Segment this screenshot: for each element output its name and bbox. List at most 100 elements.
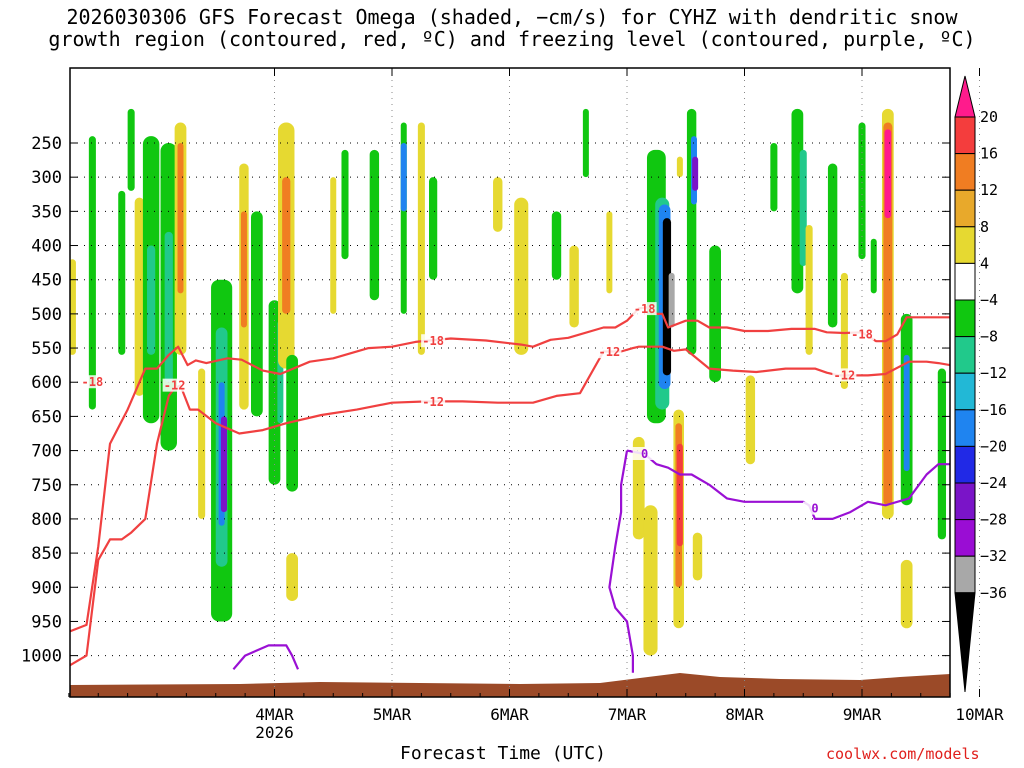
omega-region-10 bbox=[177, 143, 184, 294]
omega-region-61 bbox=[858, 122, 866, 260]
y-tick-label-300: 300 bbox=[31, 168, 62, 188]
omega-region-32 bbox=[493, 177, 503, 232]
omega-region-35 bbox=[569, 245, 579, 328]
y-tick-label-600: 600 bbox=[31, 373, 62, 393]
omega-region-17 bbox=[240, 211, 247, 328]
omega-region-54 bbox=[745, 375, 756, 465]
colorbar-swatch-7 bbox=[954, 336, 976, 374]
colorbar-label-8: −16 bbox=[980, 401, 1007, 419]
contour-0-surface bbox=[232, 644, 300, 671]
contour-label-0-0: 0 bbox=[641, 447, 648, 461]
y-tick-label-850: 850 bbox=[31, 544, 62, 564]
y-tick-label-950: 950 bbox=[31, 612, 62, 632]
colorbar-swatch-12 bbox=[954, 519, 976, 557]
omega-region-26 bbox=[341, 149, 349, 260]
colorbar-label-7: −12 bbox=[980, 364, 1007, 382]
contour-label-0-1: 0 bbox=[811, 502, 818, 516]
colorbar-swatch-1 bbox=[954, 116, 976, 155]
contour-label--12-3: -12 bbox=[834, 368, 856, 382]
contour-label--18-2: -18 bbox=[634, 302, 656, 316]
omega-region-25 bbox=[330, 177, 337, 314]
omega-region-67 bbox=[903, 354, 910, 472]
contour-label--12-2: -12 bbox=[599, 345, 621, 359]
omega-region-24 bbox=[286, 553, 298, 601]
omega-region-51 bbox=[676, 156, 683, 178]
omega-region-36 bbox=[582, 108, 589, 178]
y-tick-label-800: 800 bbox=[31, 510, 62, 530]
omega-region-44 bbox=[668, 272, 675, 328]
omega-region-3 bbox=[134, 197, 145, 396]
omega-region-59 bbox=[827, 163, 838, 328]
omega-region-62 bbox=[870, 238, 877, 294]
y-tick-label-550: 550 bbox=[31, 339, 62, 359]
omega-region-39 bbox=[643, 505, 658, 656]
omega-shading bbox=[70, 108, 947, 656]
colorbar-label-5: −4 bbox=[980, 291, 998, 309]
omega-region-50 bbox=[692, 156, 699, 191]
omega-region-52 bbox=[692, 532, 703, 581]
x-tick-label-3: 7MAR bbox=[608, 705, 647, 724]
colorbar-label-9: −20 bbox=[980, 437, 1007, 455]
x-tick-sublabel-0: 2026 bbox=[255, 723, 294, 742]
y-tick-label-250: 250 bbox=[31, 134, 62, 154]
colorbar-swatch-3 bbox=[954, 189, 976, 228]
colorbar-swatch-9 bbox=[954, 409, 976, 447]
colorbar-label-13: −36 bbox=[980, 584, 1007, 602]
colorbar-label-3: 8 bbox=[980, 218, 989, 236]
y-tick-label-650: 650 bbox=[31, 407, 62, 427]
colorbar-swatch-11 bbox=[954, 482, 976, 521]
y-tick-label-500: 500 bbox=[31, 305, 62, 325]
omega-region-2 bbox=[118, 190, 126, 355]
omega-region-30 bbox=[417, 122, 425, 355]
omega-region-22 bbox=[282, 177, 291, 314]
omega-region-27 bbox=[369, 149, 380, 301]
omega-region-47 bbox=[676, 443, 683, 547]
colorbar-label-6: −8 bbox=[980, 328, 998, 346]
y-tick-label-900: 900 bbox=[31, 578, 62, 598]
y-tick-label-350: 350 bbox=[31, 202, 62, 222]
omega-region-15 bbox=[198, 368, 206, 519]
credit-text: coolwx.com/models bbox=[826, 745, 980, 763]
colorbar-swatch-6 bbox=[954, 299, 976, 338]
omega-region-14 bbox=[220, 416, 227, 513]
contour-label--18-1: -18 bbox=[422, 334, 444, 348]
y-tick-label-1000: 1000 bbox=[21, 647, 62, 667]
omega-region-65 bbox=[884, 129, 892, 219]
colorbar-top-arrow bbox=[954, 75, 976, 118]
colorbar-label-2: 12 bbox=[980, 181, 998, 199]
x-tick-label-4: 8MAR bbox=[725, 705, 764, 724]
omega-region-58 bbox=[805, 225, 813, 355]
forecast-chart: -18 -18 -18 -18 -12 -12 -12 -12 0 0 250 300 350 400 4… bbox=[21, 67, 1007, 742]
colorbar: 20 16 12 8 4 −4 −8 −12 −16 −20 −24 −28 −32 −36 bbox=[954, 75, 1007, 693]
colorbar-swatch-4 bbox=[954, 226, 976, 264]
omega-region-33 bbox=[514, 197, 529, 355]
colorbar-label-0: 20 bbox=[980, 108, 998, 126]
omega-region-69 bbox=[937, 368, 947, 540]
x-tick-label-1: 5MAR bbox=[373, 705, 412, 724]
colorbar-label-10: −24 bbox=[980, 474, 1007, 492]
y-tick-label-400: 400 bbox=[31, 237, 62, 257]
colorbar-label-4: 4 bbox=[980, 254, 989, 272]
contour-label--12-0: -12 bbox=[164, 379, 186, 393]
omega-region-37 bbox=[606, 211, 613, 294]
colorbar-swatch-2 bbox=[954, 153, 976, 191]
colorbar-label-12: −32 bbox=[980, 547, 1007, 565]
x-tick-label-2: 6MAR bbox=[490, 705, 529, 724]
omega-region-29 bbox=[400, 143, 407, 212]
colorbar-swatch-5 bbox=[954, 262, 976, 301]
colorbar-bottom-arrow bbox=[954, 592, 976, 693]
omega-region-31 bbox=[429, 177, 438, 280]
y-tick-label-700: 700 bbox=[31, 442, 62, 462]
y-tick-label-750: 750 bbox=[31, 476, 62, 496]
x-tick-label-0: 4MAR bbox=[255, 705, 294, 724]
omega-region-53 bbox=[709, 245, 721, 383]
colorbar-swatch-8 bbox=[954, 372, 976, 411]
omega-region-1 bbox=[88, 136, 96, 410]
contour-label--18-0: -18 bbox=[82, 375, 104, 389]
omega-region-6 bbox=[147, 245, 156, 355]
contour-0-low bbox=[608, 450, 634, 673]
omega-region-68 bbox=[900, 559, 913, 629]
colorbar-swatch-10 bbox=[954, 445, 976, 484]
y-tick-label-450: 450 bbox=[31, 271, 62, 291]
x-tick-label-6: 10MAR bbox=[955, 705, 1004, 724]
